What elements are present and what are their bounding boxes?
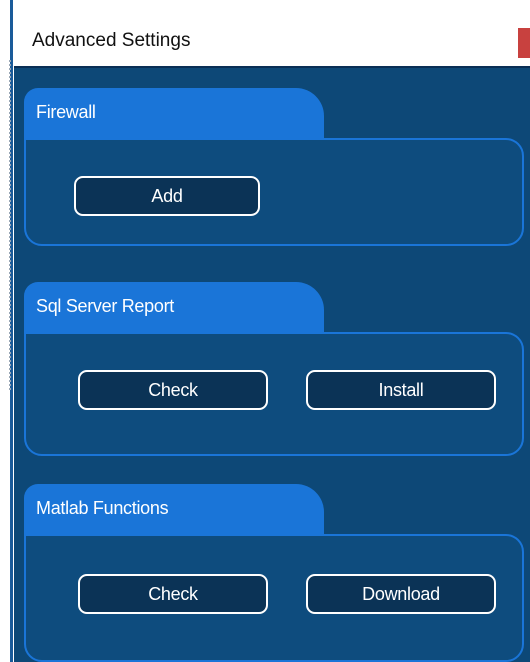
group-label-sql-server-report: Sql Server Report (36, 296, 174, 316)
sql-check-button[interactable]: Check (78, 370, 268, 410)
group-body-sql-server-report: Check Install (24, 332, 524, 456)
firewall-add-button[interactable]: Add (74, 176, 260, 216)
sql-install-button[interactable]: Install (306, 370, 496, 410)
group-body-matlab-functions: Check Download (24, 534, 524, 662)
group-matlab-functions: Matlab Functions Check Download (24, 484, 524, 662)
group-tab-sql-server-report: Sql Server Report (24, 282, 324, 334)
matlab-check-button[interactable]: Check (78, 574, 268, 614)
window-title: Advanced Settings (32, 30, 191, 51)
window-left-edge (0, 0, 14, 662)
group-tab-firewall: Firewall (24, 88, 324, 140)
settings-panel: Firewall Add Sql Server Report Check Ins… (14, 68, 530, 662)
group-label-matlab-functions: Matlab Functions (36, 498, 169, 518)
title-bar: Advanced Settings (14, 0, 530, 68)
group-tab-matlab-functions: Matlab Functions (24, 484, 324, 536)
matlab-download-button[interactable]: Download (306, 574, 496, 614)
close-icon[interactable] (518, 28, 530, 58)
group-sql-server-report: Sql Server Report Check Install (24, 282, 524, 458)
group-label-firewall: Firewall (36, 102, 96, 122)
resize-grip[interactable] (9, 60, 11, 390)
group-firewall: Firewall Add (24, 88, 524, 248)
group-body-firewall: Add (24, 138, 524, 246)
